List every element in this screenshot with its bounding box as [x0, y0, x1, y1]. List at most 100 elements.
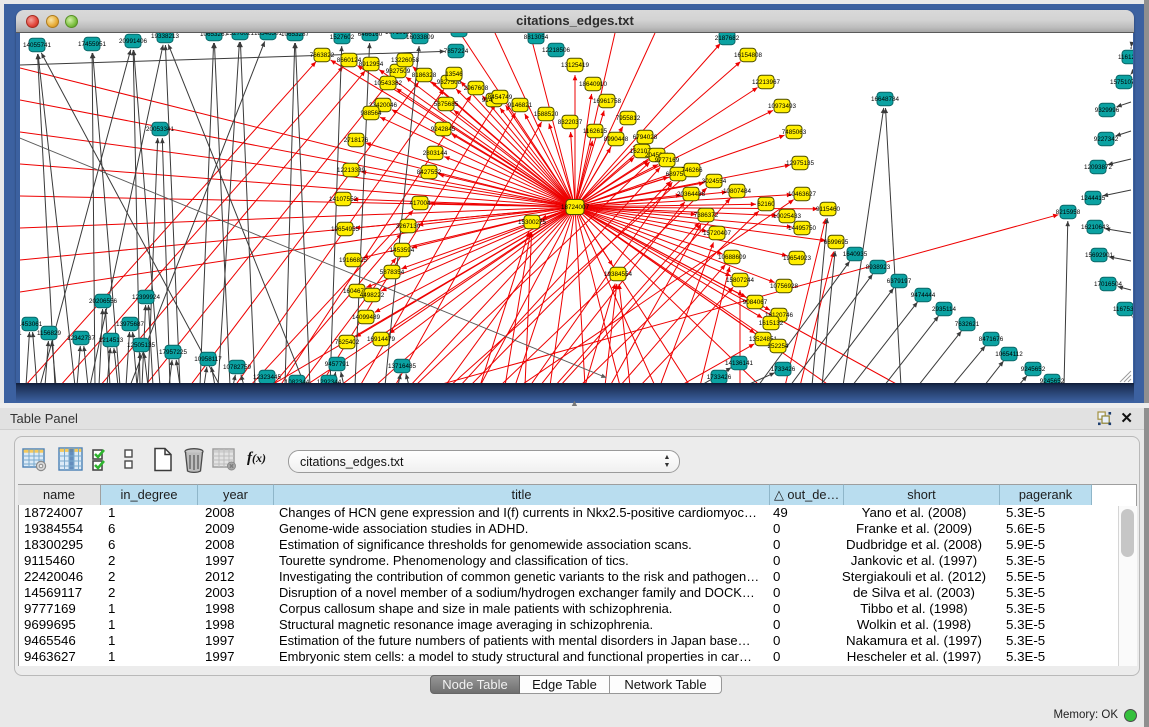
svg-text:16914479: 16914479: [367, 336, 396, 343]
svg-text:13975687: 13975687: [116, 321, 145, 328]
svg-text:10973493: 10973493: [768, 103, 797, 110]
svg-text:8454749: 8454749: [488, 94, 513, 101]
svg-text:2803144: 2803144: [423, 150, 448, 157]
svg-text:9146821: 9146821: [508, 102, 533, 109]
svg-text:5875685: 5875685: [434, 101, 459, 108]
svg-text:1588520: 1588520: [534, 111, 559, 118]
svg-text:15751074: 15751074: [1110, 79, 1133, 86]
svg-text:6699695: 6699695: [824, 239, 849, 246]
svg-text:8186328: 8186328: [412, 72, 437, 79]
svg-text:14107552: 14107552: [329, 196, 358, 203]
svg-text:15807244: 15807244: [726, 277, 755, 284]
svg-text:3267130: 3267130: [396, 223, 421, 230]
svg-text:13125419: 13125419: [561, 62, 590, 69]
svg-text:988564: 988564: [360, 110, 382, 117]
svg-text:252254: 252254: [767, 343, 789, 350]
svg-text:10688609: 10688609: [718, 254, 747, 261]
svg-text:7485063: 7485063: [782, 129, 807, 136]
svg-text:17016504: 17016504: [1094, 281, 1123, 288]
svg-text:9329996: 9329996: [1095, 107, 1120, 114]
svg-text:1156829: 1156829: [37, 330, 62, 337]
svg-text:18640910: 18640910: [579, 81, 608, 88]
svg-text:12213967: 12213967: [752, 79, 781, 86]
svg-text:6466160: 6466160: [358, 33, 383, 38]
svg-text:9242845: 9242845: [431, 126, 456, 133]
svg-text:8912954: 8912954: [359, 61, 384, 68]
svg-text:1733426: 1733426: [707, 374, 732, 381]
svg-text:8215958: 8215958: [1056, 209, 1081, 216]
svg-text:10807484: 10807484: [723, 188, 752, 195]
svg-text:1527602: 1527602: [330, 34, 355, 41]
svg-text:9457791: 9457791: [325, 361, 350, 368]
svg-text:9474444: 9474444: [911, 292, 936, 299]
svg-text:15276021: 15276021: [226, 33, 255, 37]
svg-text:2187682: 2187682: [715, 35, 740, 42]
svg-text:12399924: 12399924: [132, 294, 161, 301]
svg-text:19654955: 19654955: [331, 226, 360, 233]
svg-text:12342737: 12342737: [67, 335, 96, 342]
svg-text:16033809: 16033809: [406, 34, 435, 41]
svg-text:9777169: 9777169: [655, 157, 680, 164]
svg-text:13546: 13546: [445, 71, 463, 78]
svg-text:1733426: 1733426: [771, 366, 796, 373]
svg-text:13226058: 13226058: [391, 57, 420, 64]
svg-text:8990448: 8990448: [604, 136, 629, 143]
svg-text:9115460: 9115460: [816, 206, 841, 213]
svg-text:13716485: 13716485: [388, 363, 417, 370]
svg-text:10653287: 10653287: [281, 33, 310, 38]
svg-text:18724007: 18724007: [561, 204, 590, 211]
svg-text:7663822: 7663822: [310, 52, 335, 59]
svg-text:3024554: 3024554: [702, 178, 727, 185]
svg-text:7857224: 7857224: [444, 48, 469, 55]
svg-text:9084067: 9084067: [743, 299, 768, 306]
svg-text:5878354: 5878354: [380, 269, 405, 276]
svg-text:62160: 62160: [757, 201, 775, 208]
svg-text:12213339: 12213339: [337, 167, 366, 174]
svg-text:10782759: 10782759: [223, 364, 252, 371]
svg-text:10654112: 10654112: [995, 351, 1023, 358]
svg-text:16961758: 16961758: [593, 98, 622, 105]
svg-text:12093872: 12093872: [1084, 164, 1113, 171]
svg-text:8427552: 8427552: [417, 169, 442, 176]
svg-text:16648784: 16648784: [871, 96, 900, 103]
svg-text:8471676: 8471676: [979, 336, 1004, 343]
svg-text:1244415: 1244415: [1081, 195, 1106, 202]
svg-text:8813054: 8813054: [524, 34, 549, 41]
svg-text:7386372: 7386372: [694, 212, 719, 219]
svg-text:7955812: 7955812: [616, 115, 641, 122]
svg-text:2967608: 2967608: [464, 85, 489, 92]
svg-text:17957225: 17957225: [159, 349, 188, 356]
svg-text:1453061: 1453061: [20, 321, 43, 328]
svg-text:16154808: 16154808: [734, 52, 763, 59]
svg-text:4498222: 4498222: [360, 292, 385, 299]
svg-text:9227342: 9227342: [1094, 136, 1119, 143]
svg-text:14055741: 14055741: [23, 42, 52, 49]
svg-text:15720407: 15720407: [703, 230, 732, 237]
svg-text:12975135: 12975135: [786, 160, 815, 167]
svg-text:2935114: 2935114: [932, 306, 957, 313]
svg-text:12323445: 12323445: [253, 374, 282, 381]
svg-text:10958117: 10958117: [194, 356, 222, 363]
svg-text:12505135: 12505135: [127, 342, 156, 349]
svg-text:19384554: 19384554: [604, 271, 633, 278]
svg-text:1161212: 1161212: [1118, 54, 1133, 61]
svg-text:1167534: 1167534: [1113, 306, 1133, 313]
svg-text:19338213: 19338213: [151, 33, 180, 40]
svg-text:1214513: 1214513: [99, 337, 124, 344]
svg-text:6794028: 6794028: [633, 134, 658, 141]
svg-text:1162615: 1162615: [583, 128, 608, 135]
svg-text:2718176: 2718176: [344, 137, 369, 144]
svg-text:8938923: 8938923: [866, 264, 891, 271]
svg-text:10671355: 10671355: [445, 33, 474, 34]
svg-text:14099489: 14099489: [352, 314, 381, 321]
svg-text:19166825: 19166825: [339, 257, 368, 264]
svg-text:20053341: 20053341: [146, 126, 175, 133]
svg-text:20364486: 20364486: [677, 191, 706, 198]
svg-text:8322037: 8322037: [558, 119, 583, 126]
svg-text:1615132: 1615132: [759, 320, 784, 327]
svg-text:14495750: 14495750: [788, 225, 817, 232]
svg-text:20206556: 20206556: [89, 298, 118, 305]
svg-text:19654923: 19654923: [783, 255, 812, 262]
svg-text:10653267: 10653267: [200, 33, 229, 38]
svg-text:6379197: 6379197: [887, 278, 912, 285]
